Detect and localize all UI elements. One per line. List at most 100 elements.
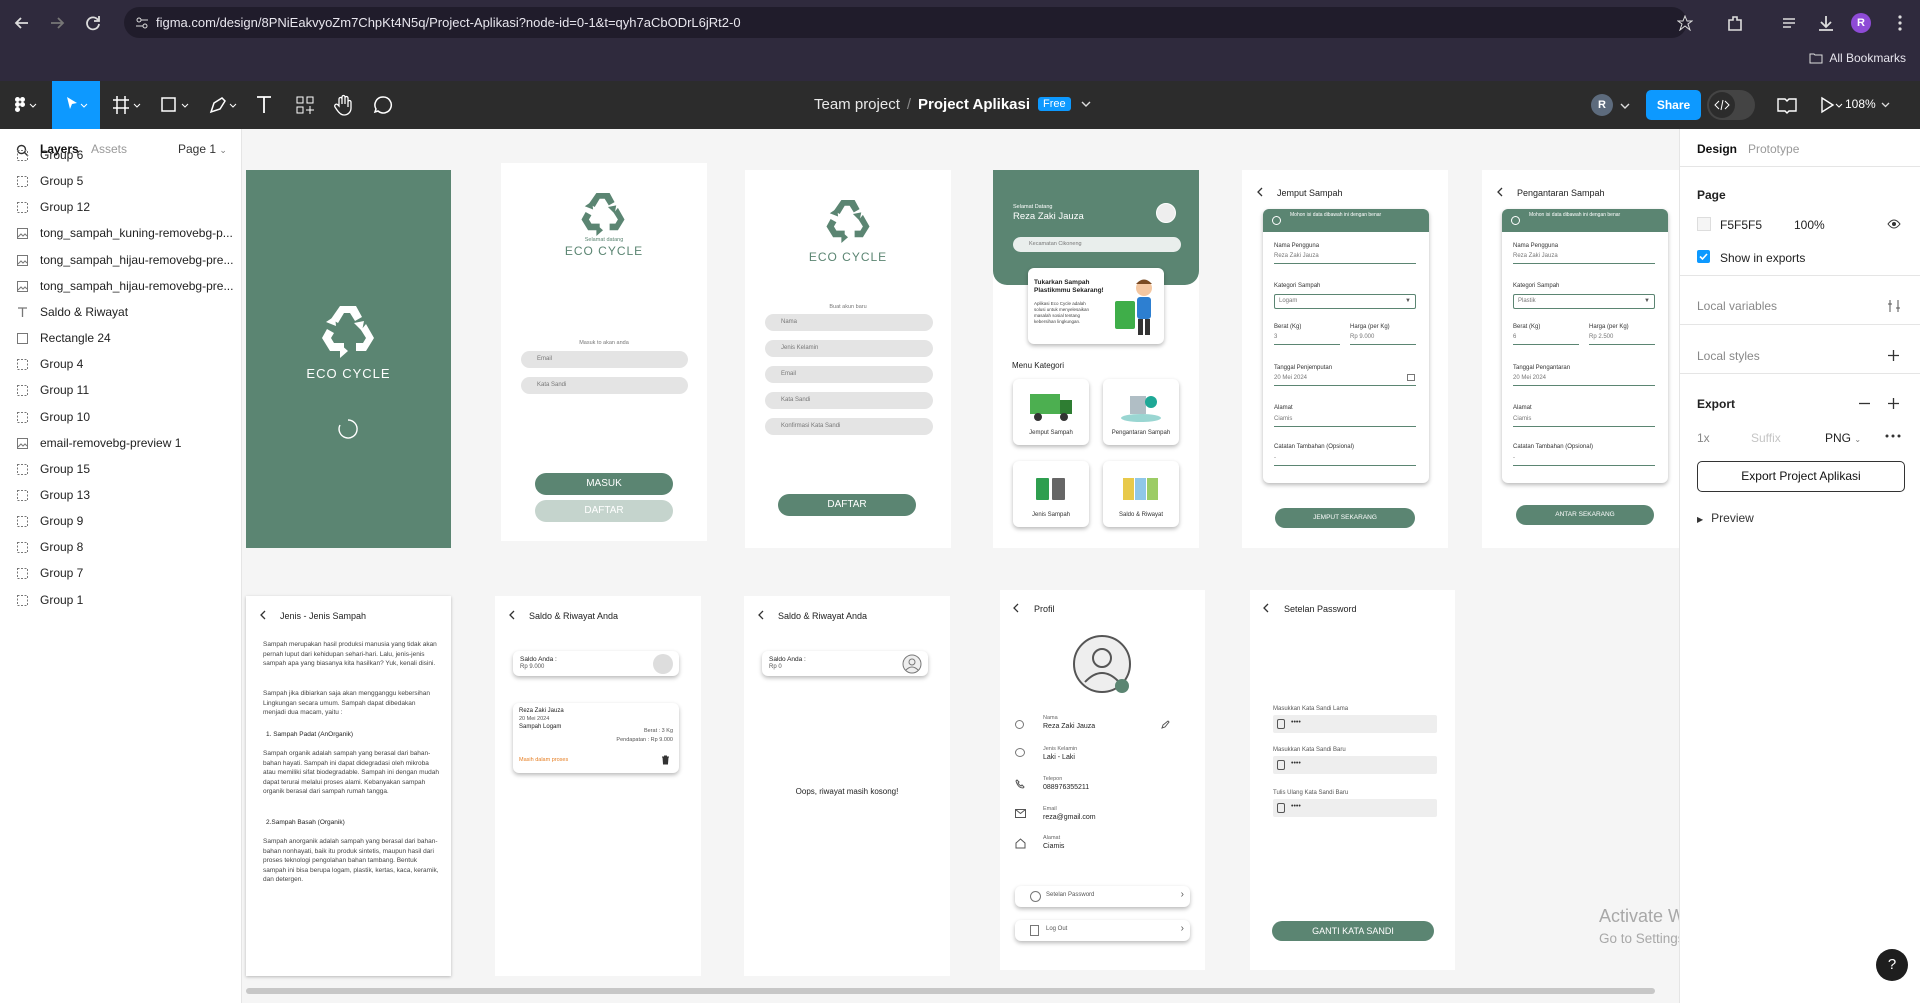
frame-saldo-empty[interactable]: Saldo & Riwayat Anda Saldo Anda : Rp 0 O… — [744, 596, 950, 976]
frame-jemput-sampah[interactable]: Jemput Sampah Mohon isi data dibawah ini… — [1242, 170, 1448, 548]
zoom-level[interactable]: 108% — [1845, 97, 1890, 111]
register-submit-button[interactable]: DAFTAR — [778, 494, 916, 516]
date-input[interactable]: 20 Mei 2024 — [1274, 375, 1416, 386]
back-arrow-icon[interactable] — [259, 610, 267, 620]
note-input[interactable]: - — [1513, 455, 1655, 466]
history-entry-card[interactable]: Reza Zaki Jauza 20 Mei 2024 Sampah Logam… — [513, 703, 679, 773]
more-menu-icon[interactable] — [1889, 12, 1911, 34]
library-book-icon[interactable] — [1776, 94, 1798, 116]
menu-saldo-riwayat[interactable]: Saldo & Riwayat — [1103, 461, 1179, 527]
share-button[interactable]: Share — [1646, 90, 1701, 120]
confirm-password-field[interactable]: Konfirmasi Kata Sandi — [765, 418, 933, 435]
address-input[interactable]: Ciamis — [1513, 416, 1655, 427]
export-scale[interactable]: 1x — [1697, 431, 1710, 445]
team-name[interactable]: Team project — [814, 96, 900, 113]
profile-avatar[interactable]: R — [1851, 13, 1871, 33]
address-input[interactable]: Ciamis — [1274, 416, 1416, 427]
page-color-swatch[interactable] — [1697, 217, 1711, 231]
address-bar[interactable]: figma.com/design/8PNiEakvyoZm7ChpKt4N5q/… — [124, 7, 1693, 38]
page-color-value[interactable]: F5F5F5 — [1720, 218, 1762, 232]
edit-pencil-icon[interactable] — [1161, 720, 1170, 729]
weight-input[interactable]: 6 — [1513, 334, 1579, 345]
eye-icon[interactable] — [1887, 219, 1901, 229]
user-avatar-icon[interactable] — [1156, 203, 1176, 223]
frame-home[interactable]: Selamat Datang Reza Zaki Jauza Kecamatan… — [993, 170, 1199, 548]
password-field[interactable]: Kata Sandi — [765, 392, 933, 409]
change-password-button[interactable]: GANTI KATA SANDI — [1272, 921, 1434, 941]
password-field[interactable]: Kata Sandi — [521, 377, 688, 394]
category-select[interactable]: Logam ▼ — [1274, 294, 1416, 309]
back-arrow-icon[interactable] — [1496, 187, 1504, 197]
menu-jenis-sampah[interactable]: Jenis Sampah — [1013, 461, 1089, 527]
more-options-icon[interactable] — [1885, 434, 1901, 438]
collaborator-avatar[interactable]: R — [1591, 94, 1613, 116]
menu-pengantaran-sampah[interactable]: Pengantaran Sampah — [1103, 379, 1179, 445]
horizontal-scrollbar[interactable] — [246, 988, 1655, 994]
export-format-select[interactable]: PNG ⌄ — [1825, 431, 1861, 445]
export-suffix-input[interactable]: Suffix — [1751, 431, 1781, 445]
frame-pengantaran-sampah[interactable]: Pengantaran Sampah Mohon isi data dibawa… — [1482, 170, 1679, 548]
price-input[interactable]: Rp 9.000 — [1350, 334, 1416, 345]
note-input[interactable]: - — [1274, 455, 1416, 466]
price-input[interactable]: Rp 2.500 — [1589, 334, 1655, 345]
new-password-input[interactable]: •••• — [1273, 756, 1437, 774]
back-arrow-icon[interactable] — [508, 610, 516, 620]
present-play-icon[interactable] — [1818, 94, 1844, 116]
profile-avatar-icon[interactable] — [1072, 634, 1134, 696]
back-arrow-icon[interactable] — [1012, 603, 1020, 613]
help-button[interactable]: ? — [1876, 949, 1908, 981]
pickup-submit-button[interactable]: JEMPUT SEKARANG — [1275, 508, 1415, 528]
chevron-down-icon[interactable] — [1620, 102, 1630, 110]
site-settings-icon[interactable] — [135, 16, 149, 30]
all-bookmarks[interactable]: All Bookmarks — [1809, 51, 1906, 65]
local-styles-label[interactable]: Local styles — [1697, 349, 1760, 363]
reload-icon[interactable] — [82, 12, 104, 34]
export-button[interactable]: Export Project Aplikasi — [1697, 461, 1905, 492]
gender-field[interactable]: Jenis Kelamin — [765, 340, 933, 357]
email-field[interactable]: Email — [765, 366, 933, 383]
frame-tool-icon[interactable] — [111, 94, 143, 116]
frame-setelan-password[interactable]: Setelan Password Masukkan Kata Sandi Lam… — [1250, 590, 1455, 970]
date-input[interactable]: 20 Mei 2024 — [1513, 375, 1655, 386]
text-tool-icon[interactable] — [254, 94, 274, 116]
frame-jenis-sampah[interactable]: Jenis - Jenis Sampah Sampah merupakan ha… — [246, 596, 451, 976]
pen-tool-icon[interactable] — [207, 94, 239, 116]
back-icon[interactable] — [11, 12, 33, 34]
name-input[interactable]: Reza Zaki Jauza — [1513, 253, 1655, 264]
frame-profil[interactable]: Profil Nama Reza Zaki Jauza Jenis Kelami… — [1000, 590, 1205, 970]
frame-register[interactable]: ECO CYCLE Buat akun baru Nama Jenis Kela… — [745, 170, 951, 548]
extensions-icon[interactable] — [1724, 12, 1746, 34]
comment-tool-icon[interactable] — [372, 94, 394, 116]
category-select[interactable]: Plastik ▼ — [1513, 294, 1655, 309]
email-field[interactable]: Email — [521, 351, 688, 368]
show-in-exports-checkbox[interactable] — [1697, 250, 1710, 263]
back-arrow-icon[interactable] — [1256, 187, 1264, 197]
back-arrow-icon[interactable] — [1262, 603, 1270, 613]
location-field[interactable]: Kecamatan Cikoneng — [1013, 237, 1181, 252]
design-canvas[interactable]: ECO CYCLE Selamat datang ECO CYCLE Masuk… — [243, 129, 1679, 1003]
forward-icon[interactable] — [46, 12, 68, 34]
hand-tool-icon[interactable] — [333, 94, 355, 116]
download-icon[interactable] — [1815, 12, 1837, 34]
chevron-down-icon[interactable] — [1081, 100, 1091, 108]
trash-icon[interactable] — [661, 755, 670, 765]
tab-prototype[interactable]: Prototype — [1748, 142, 1799, 156]
delivery-submit-button[interactable]: ANTAR SEKARANG — [1516, 505, 1654, 525]
local-variables-label[interactable]: Local variables — [1697, 299, 1777, 313]
bookmark-star-icon[interactable] — [1677, 15, 1693, 31]
calendar-icon[interactable] — [1407, 374, 1415, 381]
register-button[interactable]: DAFTAR — [535, 500, 673, 522]
old-password-input[interactable]: •••• — [1273, 715, 1437, 733]
layer-item[interactable]: Group 1 — [0, 584, 240, 616]
frame-saldo-riwayat[interactable]: Saldo & Riwayat Anda Saldo Anda : Rp 9.0… — [495, 596, 701, 976]
menu-jemput-sampah[interactable]: Jemput Sampah — [1013, 379, 1089, 445]
plus-icon[interactable] — [1887, 397, 1900, 410]
frame-splash[interactable]: ECO CYCLE — [246, 170, 451, 548]
preview-toggle[interactable]: ▶ Preview — [1697, 511, 1754, 525]
plus-icon[interactable] — [1887, 349, 1900, 362]
minus-icon[interactable] — [1858, 397, 1871, 410]
project-name[interactable]: Project Aplikasi — [918, 96, 1030, 113]
login-button[interactable]: MASUK — [535, 473, 673, 495]
logout-button[interactable]: Log Out › — [1015, 920, 1190, 941]
resources-tool-icon[interactable] — [294, 94, 316, 116]
